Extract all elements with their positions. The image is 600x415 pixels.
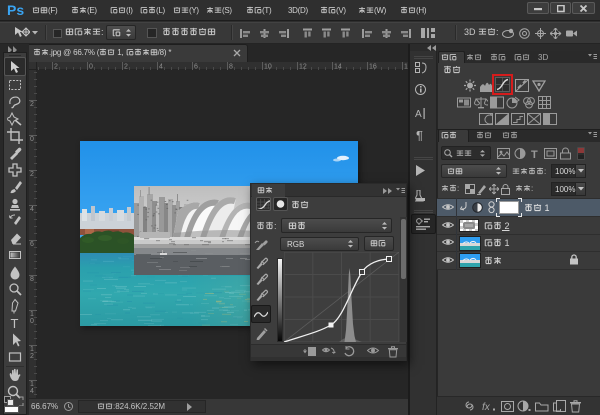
svg-text:2: 2 [30, 353, 34, 360]
svg-text:T: T [531, 149, 538, 160]
svg-text:fx: fx [482, 402, 491, 413]
svg-text:1: 1 [30, 346, 34, 353]
svg-text:0: 0 [30, 136, 34, 143]
svg-text:2: 2 [30, 171, 34, 178]
svg-text:4: 4 [30, 206, 34, 213]
svg-text:6: 6 [30, 241, 34, 248]
svg-text:A: A [415, 109, 422, 120]
svg-text:0: 0 [30, 318, 34, 325]
svg-text:T: T [11, 316, 19, 331]
svg-text:8: 8 [30, 276, 34, 283]
svg-text:2: 2 [30, 101, 34, 108]
svg-text:1: 1 [30, 381, 34, 388]
svg-text:¶: ¶ [416, 129, 423, 141]
svg-text:1: 1 [30, 311, 34, 318]
svg-text:4: 4 [30, 388, 34, 395]
